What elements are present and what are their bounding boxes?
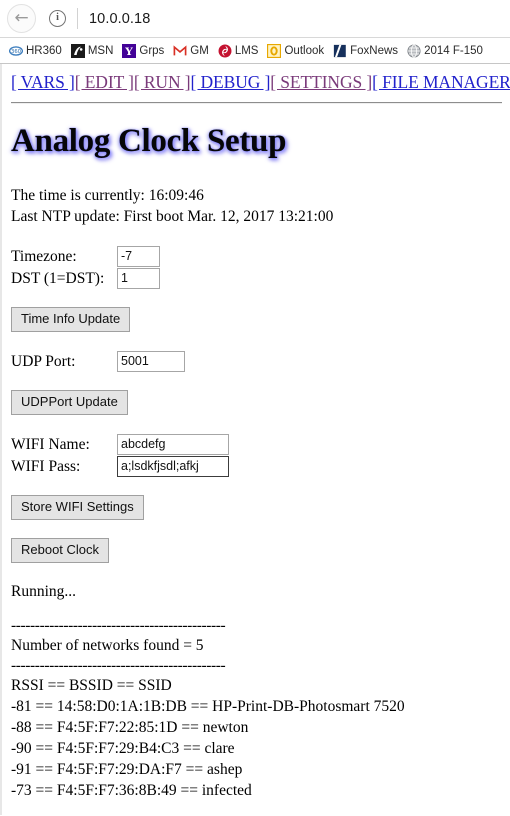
time-info-update-button[interactable]: Time Info Update <box>11 307 131 332</box>
network-list-header: RSSI == BSSID == SSID <box>11 677 172 694</box>
nav-link-file-manager[interactable]: [ FILE MANAGER ] <box>372 72 510 92</box>
wifi-name-row: WIFI Name: <box>11 433 502 455</box>
divider-top: ----------------------------------------… <box>11 617 226 634</box>
back-arrow-icon: ← <box>14 8 29 28</box>
udp-port-label: UDP Port: <box>11 352 76 370</box>
timezone-input[interactable] <box>117 245 160 267</box>
time-info-block: The time is currently: 16:09:46 Last NTP… <box>11 185 502 227</box>
page-viewport: [ VARS ][ EDIT ][ RUN ][ DEBUG ][ SETTIN… <box>0 64 510 815</box>
msn-icon <box>70 43 85 58</box>
udp-port-input[interactable] <box>117 350 185 372</box>
lms-icon <box>218 44 232 57</box>
bookmark-gm[interactable]: GM <box>173 44 209 58</box>
wifi-pass-label: WIFI Pass: <box>11 457 81 475</box>
bookmark-label: HR360 <box>26 44 62 57</box>
udpport-update-button[interactable]: UDPPort Update <box>11 390 128 415</box>
status-text: Running... <box>11 583 77 600</box>
bookmark-outlook[interactable]: Outlook <box>267 43 325 58</box>
browser-toolbar: ← i 10.0.0.18 <box>0 0 510 38</box>
hr360-icon: 360 <box>9 45 23 56</box>
foxnews-icon <box>334 44 346 57</box>
divider-bottom: ----------------------------------------… <box>11 657 226 674</box>
wifi-pass-input[interactable] <box>117 455 229 477</box>
outlook-icon <box>267 43 282 58</box>
udp-port-row: UDP Port: <box>11 350 502 372</box>
site-info-icon[interactable]: i <box>49 10 66 27</box>
store-wifi-settings-button[interactable]: Store WIFI Settings <box>11 495 144 520</box>
bookmark-label: 2014 F-150 <box>424 44 483 57</box>
bookmark-label: Outlook <box>284 44 325 57</box>
network-row: -90 == F4:5F:F7:29:B4:C3 == clare <box>11 740 235 757</box>
nav-divider <box>11 102 502 104</box>
network-row: -81 == 14:58:D0:1A:1B:DB == HP-Print-DB-… <box>11 698 405 715</box>
network-row: -88 == F4:5F:F7:22:85:1D == newton <box>11 719 249 736</box>
reboot-clock-button[interactable]: Reboot Clock <box>11 538 110 563</box>
nav-link-debug[interactable]: [ DEBUG ] <box>191 72 271 92</box>
network-row: -73 == F4:5F:F7:36:8B:49 == infected <box>11 782 252 799</box>
globe-icon <box>407 43 421 58</box>
current-time-text: The time is currently: 16:09:46 <box>11 187 204 204</box>
bookmarks-bar: 360 HR360 MSN Y Grps GM LMS Outlook FoxN… <box>0 38 510 64</box>
browser-chrome: ← i 10.0.0.18 360 HR360 MSN Y Grps GM LM… <box>0 0 510 64</box>
nav-link-run[interactable]: [ RUN ] <box>134 72 191 92</box>
dst-row: DST (1=DST): <box>11 267 502 289</box>
last-ntp-update-text: Last NTP update: First boot Mar. 12, 201… <box>11 208 334 225</box>
networks-found-text: Number of networks found = 5 <box>11 637 204 654</box>
bookmark-label: GM <box>190 44 209 57</box>
bookmark-label: MSN <box>87 44 114 57</box>
dst-input[interactable] <box>117 267 160 289</box>
wifi-pass-row: WIFI Pass: <box>11 455 502 477</box>
timezone-row: Timezone: <box>11 245 502 267</box>
nav-link-edit[interactable]: [ EDIT ] <box>75 72 134 92</box>
wifi-name-input[interactable] <box>117 433 229 455</box>
svg-text:360: 360 <box>11 49 21 55</box>
network-list: RSSI == BSSID == SSID -81 == 14:58:D0:1A… <box>11 675 502 801</box>
bookmark-msn[interactable]: MSN <box>70 43 114 58</box>
bookmark-lms[interactable]: LMS <box>218 44 259 58</box>
bookmark-foxnews[interactable]: FoxNews <box>333 44 398 58</box>
bookmark-f150[interactable]: 2014 F-150 <box>407 43 483 58</box>
gmail-icon <box>173 44 187 55</box>
page-title: Analog Clock Setup <box>11 123 287 159</box>
nav-menu: [ VARS ][ EDIT ][ RUN ][ DEBUG ][ SETTIN… <box>11 71 510 93</box>
svg-text:Y: Y <box>125 45 134 57</box>
bookmark-label: Grps <box>139 44 165 57</box>
nav-link-vars[interactable]: [ VARS ] <box>11 72 75 92</box>
timezone-label: Timezone: <box>11 247 77 265</box>
yahoo-groups-icon: Y <box>122 43 137 58</box>
bookmark-grps[interactable]: Y Grps <box>122 43 165 58</box>
network-row: -91 == F4:5F:F7:29:DA:F7 == ashep <box>11 761 243 778</box>
dst-label: DST (1=DST): <box>11 269 105 287</box>
nav-link-settings[interactable]: [ SETTINGS ] <box>270 72 372 92</box>
back-button[interactable]: ← <box>7 4 36 33</box>
url-input[interactable]: 10.0.0.18 <box>89 11 150 27</box>
bookmark-label: FoxNews <box>350 44 399 57</box>
wifi-name-label: WIFI Name: <box>11 435 90 453</box>
url-separator <box>77 8 78 29</box>
bookmark-hr360[interactable]: 360 HR360 <box>9 44 62 58</box>
bookmark-label: LMS <box>234 44 259 57</box>
